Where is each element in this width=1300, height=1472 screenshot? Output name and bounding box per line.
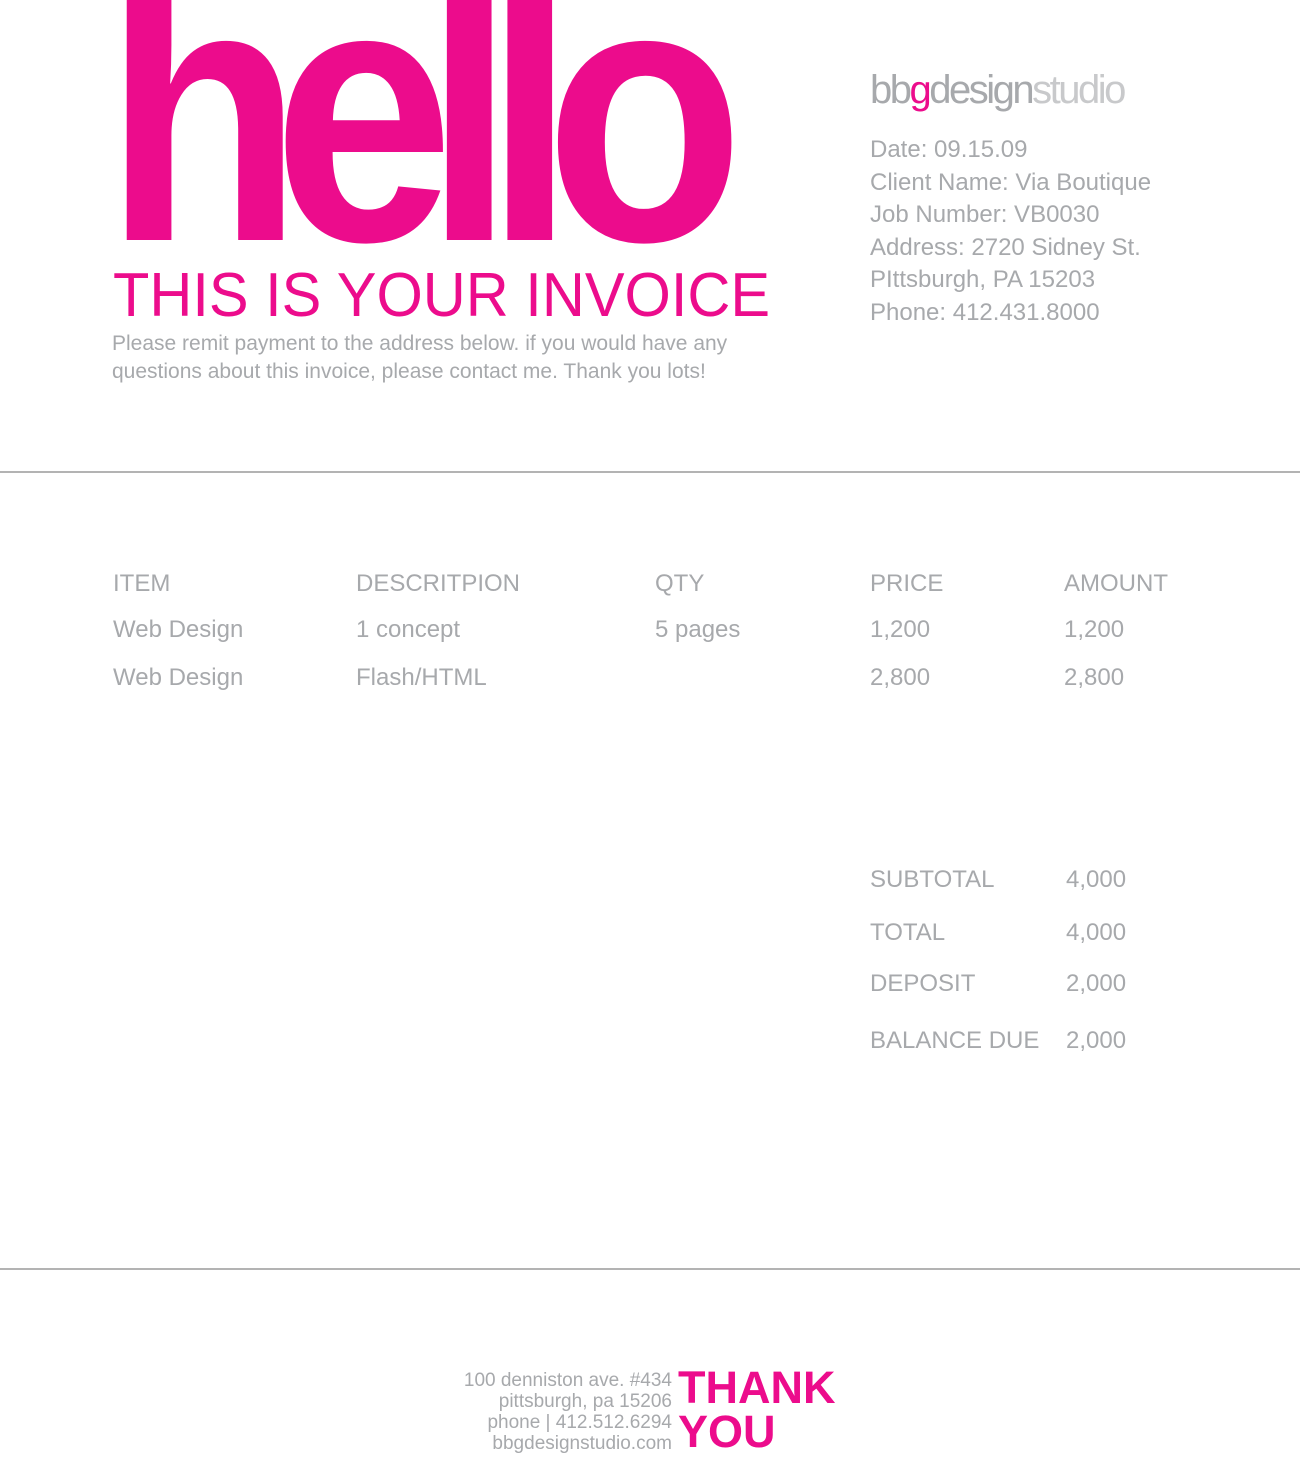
subtotal-value: 4,000 [1066, 866, 1127, 893]
column-header-qty: QTY [655, 570, 705, 597]
divider-bottom [0, 1268, 1300, 1270]
cell-price: 2,800 [870, 664, 931, 691]
intro-text: Please remit payment to the address belo… [112, 330, 727, 386]
cell-price: 1,200 [870, 616, 931, 643]
invoice-meta: Date: 09.15.09 Client Name: Via Boutique… [870, 134, 1151, 329]
thank-you: THANK YOU [678, 1362, 836, 1457]
logo-part-accent: g [909, 68, 932, 112]
intro-line: questions about this invoice, please con… [112, 360, 706, 383]
hello-title: hello [104, 0, 744, 319]
meta-client: Client Name: Via Boutique [870, 168, 1152, 196]
footer-city: pittsburgh, pa 15206 [498, 1391, 672, 1412]
footer-website: bbgdesignstudio.com [492, 1433, 672, 1454]
divider-top [0, 471, 1300, 473]
total-value: 4,000 [1066, 919, 1127, 946]
cell-description: 1 concept [356, 616, 461, 643]
footer-street: 100 denniston ave. #434 [463, 1370, 672, 1391]
invoice-headline: THIS IS YOUR INVOICE [113, 261, 771, 330]
column-header-amount: AMOUNT [1064, 570, 1168, 597]
meta-address: Address: 2720 Sidney St. [870, 233, 1141, 261]
logo-part: studio [1032, 68, 1126, 112]
footer-phone: phone | 412.512.6294 [487, 1412, 672, 1433]
cell-amount: 2,800 [1064, 664, 1125, 691]
meta-phone: Phone: 412.431.8000 [870, 298, 1100, 326]
subtotal-label: SUBTOTAL [870, 866, 995, 893]
meta-job-number: Job Number: VB0030 [870, 201, 1100, 228]
meta-city: PIttsburgh, PA 15203 [870, 266, 1096, 293]
cell-item: Web Design [113, 664, 244, 691]
deposit-value: 2,000 [1066, 970, 1127, 997]
cell-amount: 1,200 [1064, 616, 1125, 643]
total-label: TOTAL [870, 919, 946, 946]
thank-you-line: YOU [678, 1406, 776, 1457]
logo-part: bb [870, 68, 912, 112]
deposit-label: DEPOSIT [870, 970, 976, 997]
logo-part: design [929, 68, 1034, 112]
intro-line: Please remit payment to the address belo… [112, 332, 728, 355]
thank-you-line: THANK [678, 1362, 836, 1413]
cell-qty: 5 pages [655, 616, 741, 643]
balance-due-value: 2,000 [1066, 1027, 1127, 1054]
balance-due-label: BALANCE DUE [870, 1027, 1040, 1054]
meta-date: Date: 09.15.09 [870, 136, 1028, 163]
cell-description: Flash/HTML [356, 664, 487, 691]
column-header-item: ITEM [113, 570, 171, 597]
studio-logo: bbgdesignstudio [870, 68, 1126, 112]
column-header-description: DESCRITPION [356, 570, 521, 597]
cell-item: Web Design [113, 616, 244, 643]
column-header-price: PRICE [870, 570, 944, 597]
footer-address: 100 denniston ave. #434 pittsburgh, pa 1… [464, 1370, 672, 1454]
